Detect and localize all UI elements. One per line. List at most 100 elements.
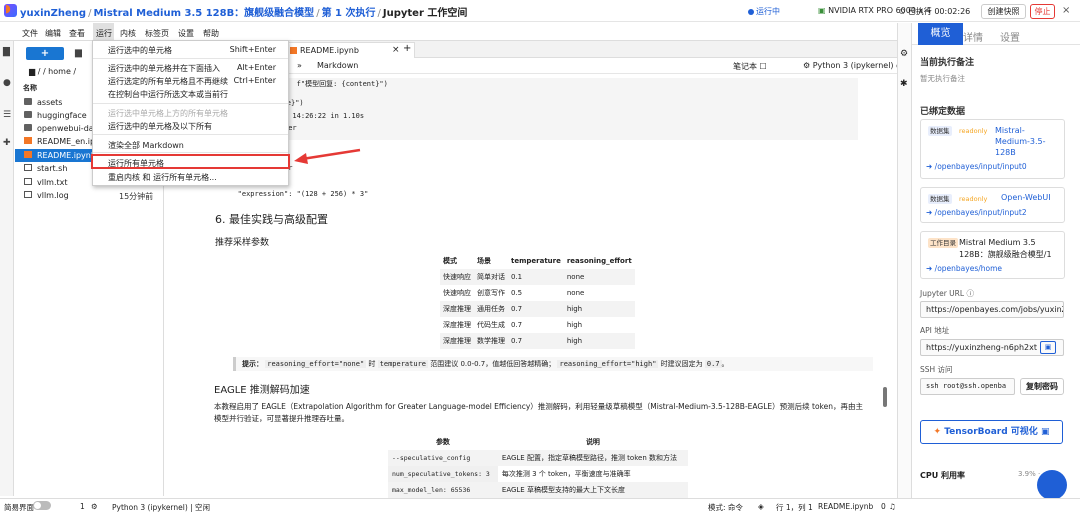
simple-mode-toggle[interactable] [33, 501, 51, 510]
tab-details[interactable]: 详情 [963, 29, 983, 44]
right-side-strip [897, 23, 911, 498]
breadcrumb: yuxinZheng / Mistral Medium 3.5 128B：旗舰级融合… [20, 8, 468, 19]
folder-icon [24, 111, 32, 118]
gear-icon: ⚙ [91, 502, 98, 511]
copy-password-button[interactable]: 复制密码 [1020, 378, 1064, 395]
notification-count[interactable]: 0 [881, 502, 886, 511]
file-icon [24, 178, 32, 185]
chat-support-icon[interactable] [1037, 470, 1067, 500]
table-cell: 0.7 [511, 321, 523, 329]
menu-view[interactable]: 查看 [69, 28, 85, 39]
breadcrumb-run[interactable]: 第 1 次执行 [322, 8, 376, 19]
file-row-7[interactable]: vllm.log 15分钟前 [15, 189, 163, 202]
run-menu-item-0[interactable]: 运行选中的单元格 [108, 45, 172, 56]
folder-icon: ▆ [29, 67, 36, 76]
binding-name[interactable]: Open-WebUI [1001, 193, 1051, 202]
subheading-sampling: 推荐采样参数 [215, 238, 270, 248]
table-cell: 快速响应 [443, 289, 471, 297]
binding-card[interactable]: 工作目录 Mistral Medium 3.5 128B：旗舰级融合模型/1 ➜… [920, 231, 1065, 279]
property-inspector-icon[interactable]: ⚙ [900, 49, 908, 59]
ssh-command-field[interactable]: ssh root@ssh.openba [920, 378, 1015, 395]
tip-note: 提示： reasoning_effort="none" 时 temperatur… [233, 357, 873, 371]
tab-overview[interactable]: 概览 [918, 23, 963, 45]
cell-type-select[interactable]: Markdown ⌄ [303, 60, 361, 82]
run-menu-item-3[interactable]: 在控制台中运行所选文本或当前行 [108, 89, 228, 100]
debugger-icon[interactable]: ✱ [900, 79, 908, 89]
new-folder-icon[interactable]: ▆ [75, 48, 82, 58]
menu-kernel[interactable]: 内核 [120, 28, 136, 39]
binding-card[interactable]: 数据集 readonly Mistral-Medium-3.5-128B ➜ /… [920, 119, 1065, 179]
notebook-icon [24, 137, 32, 144]
cursor-position[interactable]: 行 1，列 1 [776, 502, 813, 513]
menu-settings[interactable]: 设置 [178, 28, 194, 39]
workdir-tag: 工作目录 [928, 238, 958, 248]
menu-edit[interactable]: 编辑 [45, 28, 61, 39]
cpu-label: CPU 利用率 [920, 471, 966, 480]
notebook-scrollbar[interactable] [883, 387, 887, 407]
table-cell: EAGLE 草稿模型支持的最大上下文长度 [497, 482, 688, 498]
shortcut-label: Ctrl+Enter [233, 76, 276, 85]
tab-settings[interactable]: 设置 [1000, 29, 1020, 44]
table-cell: 每次推测 3 个 token，平衡速度与准确率 [501, 470, 631, 478]
extension-icon[interactable]: ✚ [3, 139, 12, 148]
breadcrumb-user[interactable]: yuxinZheng [20, 8, 86, 19]
toc-icon[interactable]: ☰ [3, 111, 12, 120]
breadcrumb-project[interactable]: Mistral Medium 3.5 128B：旗舰级融合模型 [93, 8, 314, 19]
new-tab-icon[interactable]: + [403, 43, 411, 54]
table-header: 模式 [443, 257, 457, 265]
run-menu-item-2[interactable]: 运行选定的所有单元格且不再继续 [108, 76, 228, 87]
snapshot-button[interactable]: 创建快照 [981, 4, 1026, 19]
menu-file[interactable]: 文件 [22, 28, 38, 39]
shield-icon: ◈ [758, 502, 764, 511]
table-cell: 代码生成 [477, 321, 505, 329]
jupyter-logo-icon: ◗ [5, 2, 11, 15]
table-cell: 0.7 [508, 301, 564, 317]
run-menu-item-5[interactable]: 运行选中的单元格及以下所有 [108, 121, 212, 132]
external-link-icon: ▣ [1040, 427, 1050, 437]
table-row: max_model_len: 65536 EAGLE 草稿模型支持的最大上下文长度 [388, 482, 688, 498]
note-empty: 暂无执行备注 [920, 74, 965, 83]
stop-button[interactable]: 停止 [1030, 4, 1055, 19]
tab-readme-ipynb[interactable]: README.ipynb × [285, 42, 415, 58]
folder-icon[interactable]: ▇ [3, 48, 12, 57]
tensorboard-button[interactable]: ✦ TensorBoard 可视化 ▣ [920, 420, 1063, 444]
run-menu-item-4: 运行选中单元格上方的所有单元格 [108, 109, 228, 118]
terminal-count[interactable]: 1 [80, 502, 85, 511]
menu-divider [93, 58, 288, 59]
notebook-icon [290, 47, 297, 54]
table-cell: high [563, 301, 635, 317]
file-icon [24, 191, 32, 198]
close-tab-icon[interactable]: × [392, 45, 400, 55]
running-icon[interactable]: ● [3, 79, 12, 88]
table-row: 深度推理 代码生成 0.7 high [440, 317, 635, 333]
shortcut-label: Alt+Enter [236, 63, 276, 72]
red-arrow-annotation [294, 148, 361, 164]
table-cell: high [563, 333, 635, 349]
simple-mode-label: 简易界面 [4, 503, 34, 512]
table-row: --speculative_config EAGLE 配置，指定草稿模型路径，推测… [388, 450, 688, 466]
binding-name[interactable]: Mistral-Medium-3.5-128B [995, 125, 1055, 158]
run-menu-item-1[interactable]: 运行选中的单元格并在下面插入 [108, 63, 220, 74]
run-menu-item-8[interactable]: 重启内核 和 运行所有单元格... [108, 172, 217, 183]
binding-card[interactable]: 数据集 readonly Open-WebUI ➜ /openbayes/inp… [920, 187, 1065, 223]
column-header-name[interactable]: 名称 [23, 83, 37, 93]
fast-forward-icon[interactable]: » [297, 61, 302, 70]
bell-icon[interactable]: ♫ [889, 502, 896, 511]
jupyter-url-field[interactable]: https://openbayes.com/jobs/yuxinZh [920, 301, 1064, 318]
menu-tabs[interactable]: 标签页 [145, 28, 169, 39]
kernel-status[interactable]: Python 3 (ipykernel) | 空闲 [112, 502, 210, 513]
menu-run[interactable]: 运行 [96, 28, 112, 39]
code-line: "expression": "(128 + 256) * 3" [225, 190, 369, 198]
kernel-selector[interactable]: ⚙ Python 3 (ipykernel) ○ [803, 61, 903, 70]
table-cell: EAGLE 配置，指定草稿模型路径，推测 token 数和方法 [497, 450, 688, 466]
notebook-label[interactable]: 笔记本 ☐ [733, 61, 767, 72]
table-cell: 深度推理 [440, 333, 474, 349]
menu-help[interactable]: 帮助 [203, 28, 219, 39]
run-menu-item-6[interactable]: 渲染全部 Markdown [108, 140, 184, 151]
new-launcher-button[interactable]: + [26, 47, 64, 60]
open-link-icon[interactable]: ▣ [1040, 341, 1056, 354]
table-cell: num_speculative_tokens: 3 [388, 466, 498, 482]
table-cell: 0.1 [508, 269, 564, 285]
table-row: num_speculative_tokens: 3 每次推测 3 个 token，… [388, 466, 688, 482]
close-icon[interactable]: × [1062, 5, 1070, 16]
